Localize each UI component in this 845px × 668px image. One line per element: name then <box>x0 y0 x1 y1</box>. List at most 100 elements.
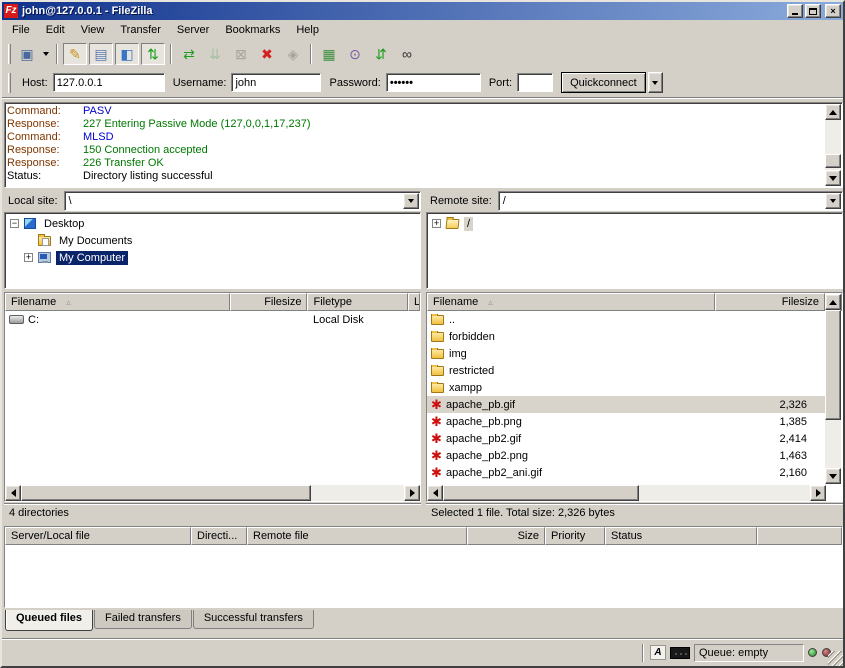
process-queue-button[interactable]: ⇊ <box>203 43 227 65</box>
cancel-operation-button[interactable]: ⊠ <box>229 43 253 65</box>
file-row[interactable]: ✱apache_pb2_ani.gif2,160 <box>427 464 826 481</box>
refresh-button[interactable]: ⇄ <box>177 43 201 65</box>
scroll-down-button[interactable] <box>825 170 841 186</box>
scroll-up-button[interactable] <box>825 294 841 310</box>
local-list-hscrollbar[interactable] <box>5 485 420 501</box>
remote-list-hscrollbar[interactable] <box>427 485 826 501</box>
file-row[interactable]: ✱apache_pb2.png1,463 <box>427 447 826 464</box>
file-row[interactable]: img <box>427 345 826 362</box>
column-header-size[interactable]: Size <box>467 527 545 545</box>
toggle-queue-button[interactable]: ⇅ <box>141 43 165 65</box>
column-header-status[interactable]: Status <box>605 527 757 545</box>
toolbar-grip[interactable] <box>8 44 11 64</box>
toggle-local-tree-button[interactable]: ▤ <box>89 43 113 65</box>
menu-file[interactable]: File <box>4 22 38 38</box>
toggle-remote-tree-button[interactable]: ◧ <box>115 43 139 65</box>
folder-icon <box>431 315 444 325</box>
desktop-icon <box>24 218 36 229</box>
filter-icon: ▦ <box>322 47 335 61</box>
tree-item-desktop[interactable]: − Desktop <box>5 215 420 232</box>
collapse-icon[interactable]: − <box>10 219 19 228</box>
scroll-left-button[interactable] <box>427 485 443 501</box>
column-header-filename[interactable]: Filename▵ <box>427 293 715 311</box>
tree-item-label: / <box>464 217 473 231</box>
file-row[interactable]: forbidden <box>427 328 826 345</box>
scroll-right-button[interactable] <box>404 485 420 501</box>
scrollbar-thumb[interactable] <box>825 310 841 420</box>
menu-help[interactable]: Help <box>288 22 327 38</box>
port-input[interactable] <box>517 73 553 92</box>
ascii-transfer-mode-icon[interactable]: A <box>650 645 666 660</box>
menu-view[interactable]: View <box>73 22 113 38</box>
site-manager-dropdown-button[interactable] <box>40 43 52 65</box>
column-header-filesize[interactable]: Filesize <box>715 293 825 311</box>
tab-queued-files[interactable]: Queued files <box>5 610 93 631</box>
host-input[interactable] <box>53 73 165 92</box>
scrollbar-thumb[interactable] <box>21 485 311 501</box>
local-list-body: C: Local Disk <box>5 311 420 485</box>
directory-comparison-button[interactable]: ⊙ <box>343 43 367 65</box>
file-row[interactable]: restricted <box>427 362 826 379</box>
expand-icon[interactable]: + <box>432 219 441 228</box>
menu-bookmarks[interactable]: Bookmarks <box>217 22 288 38</box>
tree-item-my-documents[interactable]: My Documents <box>5 232 420 249</box>
file-row[interactable]: ✱apache_pb.png1,385 <box>427 413 826 430</box>
quickconnect-grip[interactable] <box>8 73 11 93</box>
activity-led-green-icon <box>808 648 817 657</box>
menu-edit[interactable]: Edit <box>38 22 73 38</box>
arrow-down-icon <box>829 474 837 479</box>
file-row[interactable]: .. <box>427 311 826 328</box>
scroll-left-button[interactable] <box>5 485 21 501</box>
log-scrollbar[interactable] <box>825 104 841 186</box>
menu-transfer[interactable]: Transfer <box>112 22 169 38</box>
column-header-priority[interactable]: Priority <box>545 527 605 545</box>
remote-site-combo[interactable]: / <box>498 191 843 211</box>
file-row[interactable]: xampp <box>427 379 826 396</box>
column-header-server-local-file[interactable]: Server/Local file <box>5 527 191 545</box>
synchronized-browsing-button[interactable]: ⇵ <box>369 43 393 65</box>
find-files-button[interactable]: ∞ <box>395 43 419 65</box>
cancel-icon: ⊠ <box>235 47 247 61</box>
username-input[interactable] <box>231 73 321 92</box>
tree-item-root[interactable]: + / <box>427 215 842 232</box>
tab-failed-transfers[interactable]: Failed transfers <box>94 610 192 629</box>
site-manager-button[interactable]: ▣ <box>15 43 39 65</box>
menu-server[interactable]: Server <box>169 22 217 38</box>
tree-item-my-computer[interactable]: + My Computer <box>5 249 420 266</box>
column-header-lastmodified[interactable]: L <box>408 293 420 311</box>
file-row[interactable]: C: Local Disk <box>5 311 420 328</box>
toggle-message-log-button[interactable]: ✎ <box>63 43 87 65</box>
expand-icon[interactable]: + <box>24 253 33 262</box>
resize-grip[interactable] <box>828 651 843 666</box>
file-row[interactable]: ✱apache_pb2.gif2,414 <box>427 430 826 447</box>
quickconnect-button[interactable]: Quickconnect <box>561 72 646 93</box>
minimize-button[interactable] <box>787 4 803 18</box>
column-header-filename[interactable]: Filename▵ <box>5 293 230 311</box>
speed-limit-icon[interactable] <box>670 647 690 659</box>
scrollbar-thumb[interactable] <box>825 154 841 168</box>
local-site-dropdown-button[interactable] <box>403 193 419 209</box>
disconnect-button[interactable]: ✖ <box>255 43 279 65</box>
column-header-filetype[interactable]: Filetype <box>307 293 408 311</box>
image-file-icon: ✱ <box>431 432 446 445</box>
column-header-direction[interactable]: Directi... <box>191 527 247 545</box>
scroll-down-button[interactable] <box>825 468 841 484</box>
close-button[interactable]: × <box>825 4 841 18</box>
open-folder-icon <box>445 219 459 229</box>
scrollbar-thumb[interactable] <box>443 485 639 501</box>
column-header-filesize[interactable]: Filesize <box>230 293 308 311</box>
remote-site-dropdown-button[interactable] <box>825 193 841 209</box>
file-row-selected[interactable]: ✱apache_pb.gif2,326 <box>427 396 826 413</box>
reconnect-button[interactable]: ◈ <box>281 43 305 65</box>
scroll-up-button[interactable] <box>825 104 841 120</box>
directory-filter-button[interactable]: ▦ <box>317 43 341 65</box>
password-input[interactable] <box>386 73 481 92</box>
arrow-up-icon <box>829 300 837 305</box>
column-header-remote-file[interactable]: Remote file <box>247 527 467 545</box>
local-site-combo[interactable]: \ <box>64 191 421 211</box>
tab-successful-transfers[interactable]: Successful transfers <box>193 610 314 629</box>
quickconnect-dropdown-button[interactable] <box>648 72 663 93</box>
maximize-button[interactable] <box>805 4 821 18</box>
remote-list-vscrollbar[interactable] <box>825 294 841 484</box>
scroll-right-button[interactable] <box>810 485 826 501</box>
